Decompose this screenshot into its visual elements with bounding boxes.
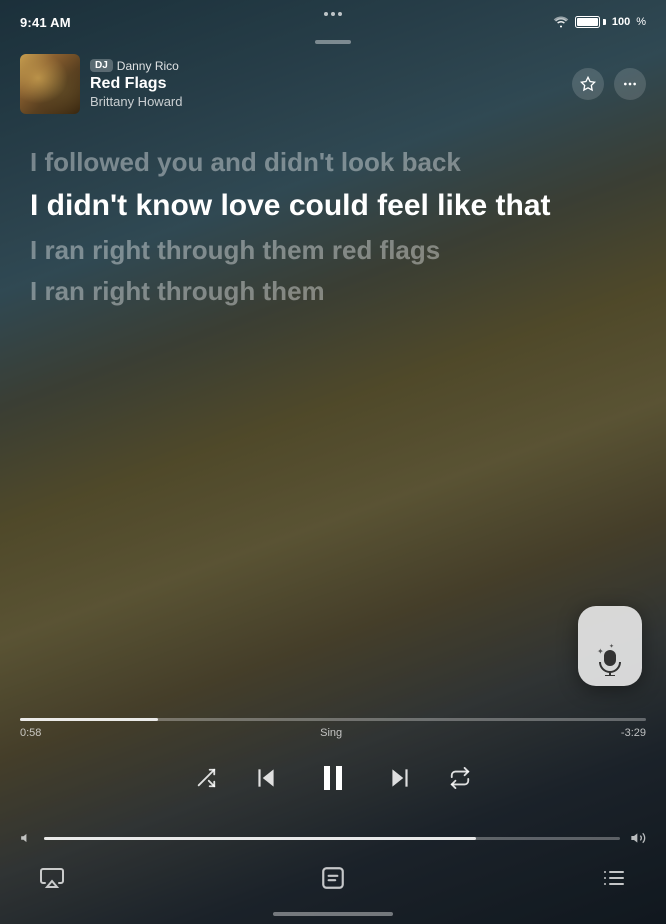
progress-fill	[20, 718, 158, 721]
track-artist: Brittany Howard	[90, 94, 182, 109]
wifi-icon	[553, 16, 569, 28]
volume-fill	[44, 837, 476, 840]
queue-button[interactable]	[602, 866, 626, 890]
volume-track[interactable]	[44, 837, 620, 840]
status-time: 9:41 AM	[20, 15, 71, 30]
playback-controls	[0, 760, 666, 796]
lyric-future-2: I ran right through them	[30, 274, 636, 309]
volume-high-icon	[630, 830, 646, 846]
progress-mode: Sing	[320, 727, 342, 739]
svg-text:✦: ✦	[597, 647, 604, 656]
top-dots-menu[interactable]	[324, 12, 342, 16]
volume-area[interactable]	[0, 830, 666, 846]
lyric-active: I didn't know love could feel like that	[30, 186, 636, 227]
progress-remaining-time: -3:29	[621, 727, 646, 739]
dj-name: Danny Rico	[117, 59, 179, 73]
lyric-active-normal: could feel like that	[289, 189, 551, 222]
progress-labels: 0:58 Sing -3:29	[20, 727, 646, 739]
lyric-active-bold: I didn't know love	[30, 189, 289, 222]
battery-icon	[575, 16, 606, 28]
progress-current-time: 0:58	[20, 727, 41, 739]
status-bar: 9:41 AM 100%	[0, 0, 666, 36]
next-button[interactable]	[387, 765, 413, 791]
repeat-button[interactable]	[449, 767, 471, 789]
album-info: DJ Danny Rico Red Flags Brittany Howard	[20, 54, 182, 114]
lyric-future-1: I ran right through them red flags	[30, 233, 636, 268]
previous-button[interactable]	[253, 765, 279, 791]
progress-area[interactable]: 0:58 Sing -3:29	[0, 718, 666, 739]
battery-percent: 100	[612, 16, 630, 28]
favorite-button[interactable]	[572, 68, 604, 100]
now-playing-header: DJ Danny Rico Red Flags Brittany Howard	[20, 54, 646, 114]
microphone-icon: ✦ ✦	[595, 640, 625, 676]
lyrics-button[interactable]	[320, 865, 346, 891]
drag-handle	[315, 40, 351, 44]
pause-button[interactable]	[315, 760, 351, 796]
track-title: Red Flags	[90, 74, 182, 93]
lyric-past-1: I followed you and didn't look back	[30, 145, 636, 180]
header-actions	[572, 68, 646, 100]
airplay-button[interactable]	[40, 866, 64, 890]
album-art	[20, 54, 80, 114]
status-right: 100%	[553, 16, 646, 28]
shuffle-button[interactable]	[195, 767, 217, 789]
sing-along-button[interactable]: ✦ ✦	[578, 606, 642, 686]
home-indicator	[273, 912, 393, 916]
volume-low-icon	[20, 831, 34, 845]
progress-track[interactable]	[20, 718, 646, 721]
track-dj-row: DJ Danny Rico	[90, 59, 182, 73]
svg-text:✦: ✦	[609, 643, 614, 650]
track-info: DJ Danny Rico Red Flags Brittany Howard	[90, 59, 182, 109]
more-options-button[interactable]	[614, 68, 646, 100]
dj-badge: DJ	[90, 59, 113, 72]
lyrics-container: I followed you and didn't look back I di…	[0, 135, 666, 704]
